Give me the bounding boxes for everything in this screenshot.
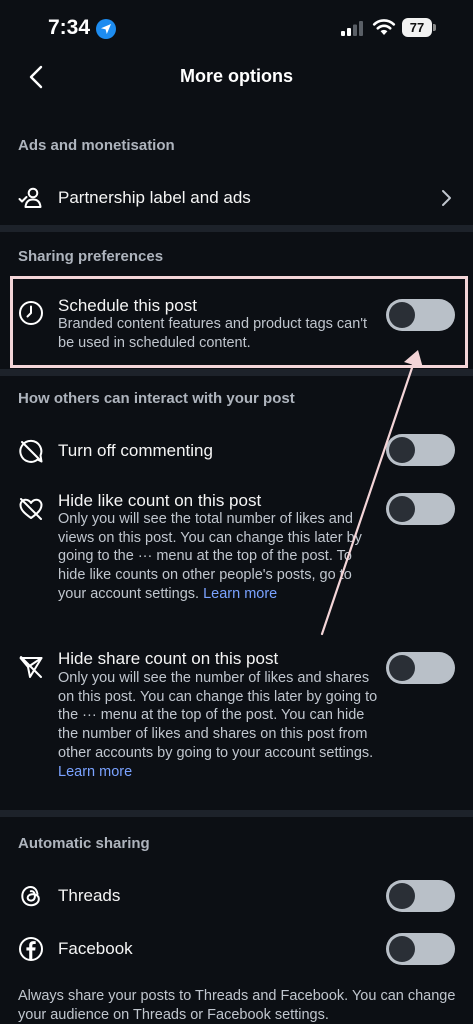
facebook-toggle[interactable]: [386, 933, 455, 965]
auto-share-footer-note: Always share your posts to Threads and F…: [18, 988, 456, 1023]
wifi-icon: [372, 19, 396, 35]
like-count-description: Only you will see the total number of li…: [58, 511, 362, 602]
threads-label: Threads: [58, 886, 121, 905]
commenting-toggle[interactable]: [386, 434, 455, 466]
share-count-toggle[interactable]: [386, 652, 455, 684]
commenting-label: Turn off commenting: [58, 441, 213, 460]
like-count-toggle[interactable]: [386, 493, 455, 525]
more-options-screen: 7:34 77 More options Ads and monetisatio…: [0, 0, 473, 1024]
highlight-box: [10, 276, 468, 368]
threads-icon: [21, 885, 40, 907]
partnership-label: Partnership label and ads: [58, 188, 251, 207]
threads-toggle[interactable]: [386, 880, 455, 912]
heart-off-icon: [19, 498, 43, 520]
section-title-auto: Automatic sharing: [18, 835, 150, 852]
chevron-right-icon: [442, 190, 451, 206]
battery-indicator: 77: [402, 18, 436, 37]
share-count-label: Hide share count on this post: [58, 649, 279, 668]
share-count-description: Only you will see the number of likes an…: [58, 670, 378, 780]
like-count-learn-more-link[interactable]: Learn more: [203, 586, 277, 602]
cellular-signal-icon: [341, 21, 363, 36]
share-off-icon: [19, 656, 43, 678]
section-divider: [0, 369, 473, 376]
page-title: More options: [180, 66, 293, 86]
comment-off-icon: [19, 439, 43, 463]
battery-level: 77: [402, 18, 432, 37]
section-title-sharing: Sharing preferences: [18, 248, 164, 265]
facebook-label: Facebook: [58, 939, 133, 958]
like-count-label: Hide like count on this post: [58, 491, 262, 510]
section-divider: [0, 810, 473, 817]
location-arrow-icon: [96, 19, 116, 39]
status-bar: 7:34 77: [0, 0, 473, 52]
user-check-icon: [18, 187, 42, 208]
section-title-ads: Ads and monetisation: [18, 137, 175, 154]
section-divider: [0, 225, 473, 232]
status-time: 7:34: [48, 16, 91, 39]
facebook-icon: [19, 937, 43, 961]
section-title-interact: How others can interact with your post: [18, 390, 295, 407]
share-count-learn-more-link[interactable]: Learn more: [58, 764, 132, 780]
